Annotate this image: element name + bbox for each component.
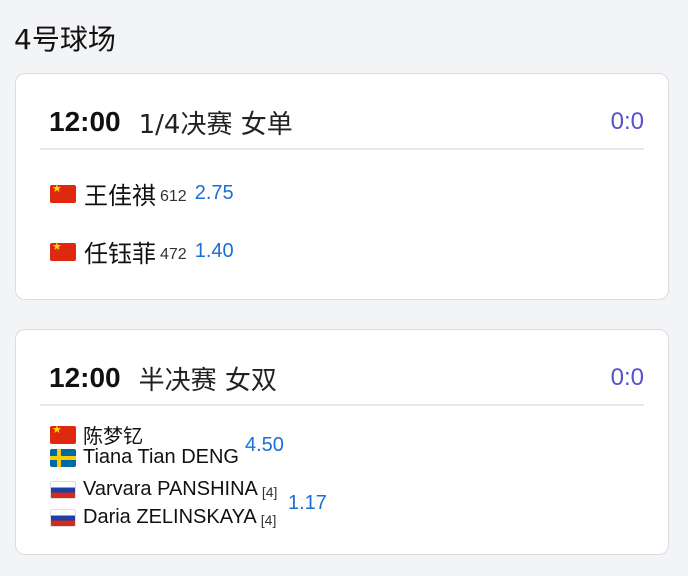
china-flag-icon — [50, 242, 76, 261]
player-name: 任钰菲 — [84, 240, 156, 268]
player-rank: 612 — [160, 187, 187, 205]
player-name: Daria ZELINSKAYA — [83, 506, 257, 528]
match-header: 12:00 1/4决赛 女单 0:0 — [49, 102, 644, 142]
match-time: 12:00 — [49, 362, 121, 393]
russia-flag-icon — [50, 508, 76, 527]
match-header: 12:00 半决赛 女双 0:0 — [49, 358, 644, 398]
player-odds[interactable]: 2.75 — [195, 182, 234, 205]
china-flag-icon — [50, 425, 76, 444]
russia-flag-icon — [50, 480, 76, 499]
match-score: 0:0 — [610, 108, 644, 135]
match-card-1[interactable]: 12:00 1/4决赛 女单 0:0 王佳祺 612 2.75 任钰菲 472 … — [15, 73, 669, 300]
team-odds[interactable]: 4.50 — [245, 434, 284, 457]
player-name: Tiana Tian DENG — [83, 446, 239, 468]
team-odds[interactable]: 1.17 — [288, 492, 327, 515]
divider — [40, 404, 644, 406]
china-flag-icon — [50, 184, 76, 203]
player-row[interactable]: 王佳祺 612 2.75 — [50, 176, 234, 211]
player-rank: 472 — [160, 245, 187, 263]
player-odds[interactable]: 1.40 — [195, 240, 234, 263]
player-name: Varvara PANSHINA — [83, 478, 258, 500]
player-name: 王佳祺 — [84, 182, 156, 210]
player-seed: [4] — [260, 511, 277, 528]
player-seed: [4] — [261, 483, 278, 500]
match-round: 1/4决赛 女单 — [138, 109, 293, 140]
match-round: 半决赛 女双 — [138, 365, 277, 396]
team-player: Varvara PANSHINA [4] — [50, 478, 277, 501]
court-title: 4号球场 — [14, 23, 116, 56]
divider — [40, 148, 644, 150]
match-time: 12:00 — [49, 106, 121, 137]
match-score: 0:0 — [610, 364, 644, 391]
match-card-2[interactable]: 12:00 半决赛 女双 0:0 陈梦钇 Tiana Tian DENG 4.5… — [15, 329, 669, 555]
sweden-flag-icon — [50, 448, 76, 467]
team-player: Tiana Tian DENG — [50, 446, 239, 469]
team-player: 陈梦钇 — [50, 420, 143, 449]
team-player: Daria ZELINSKAYA [4] — [50, 506, 276, 529]
player-name: 陈梦钇 — [83, 424, 143, 448]
player-row[interactable]: 任钰菲 472 1.40 — [50, 234, 234, 269]
